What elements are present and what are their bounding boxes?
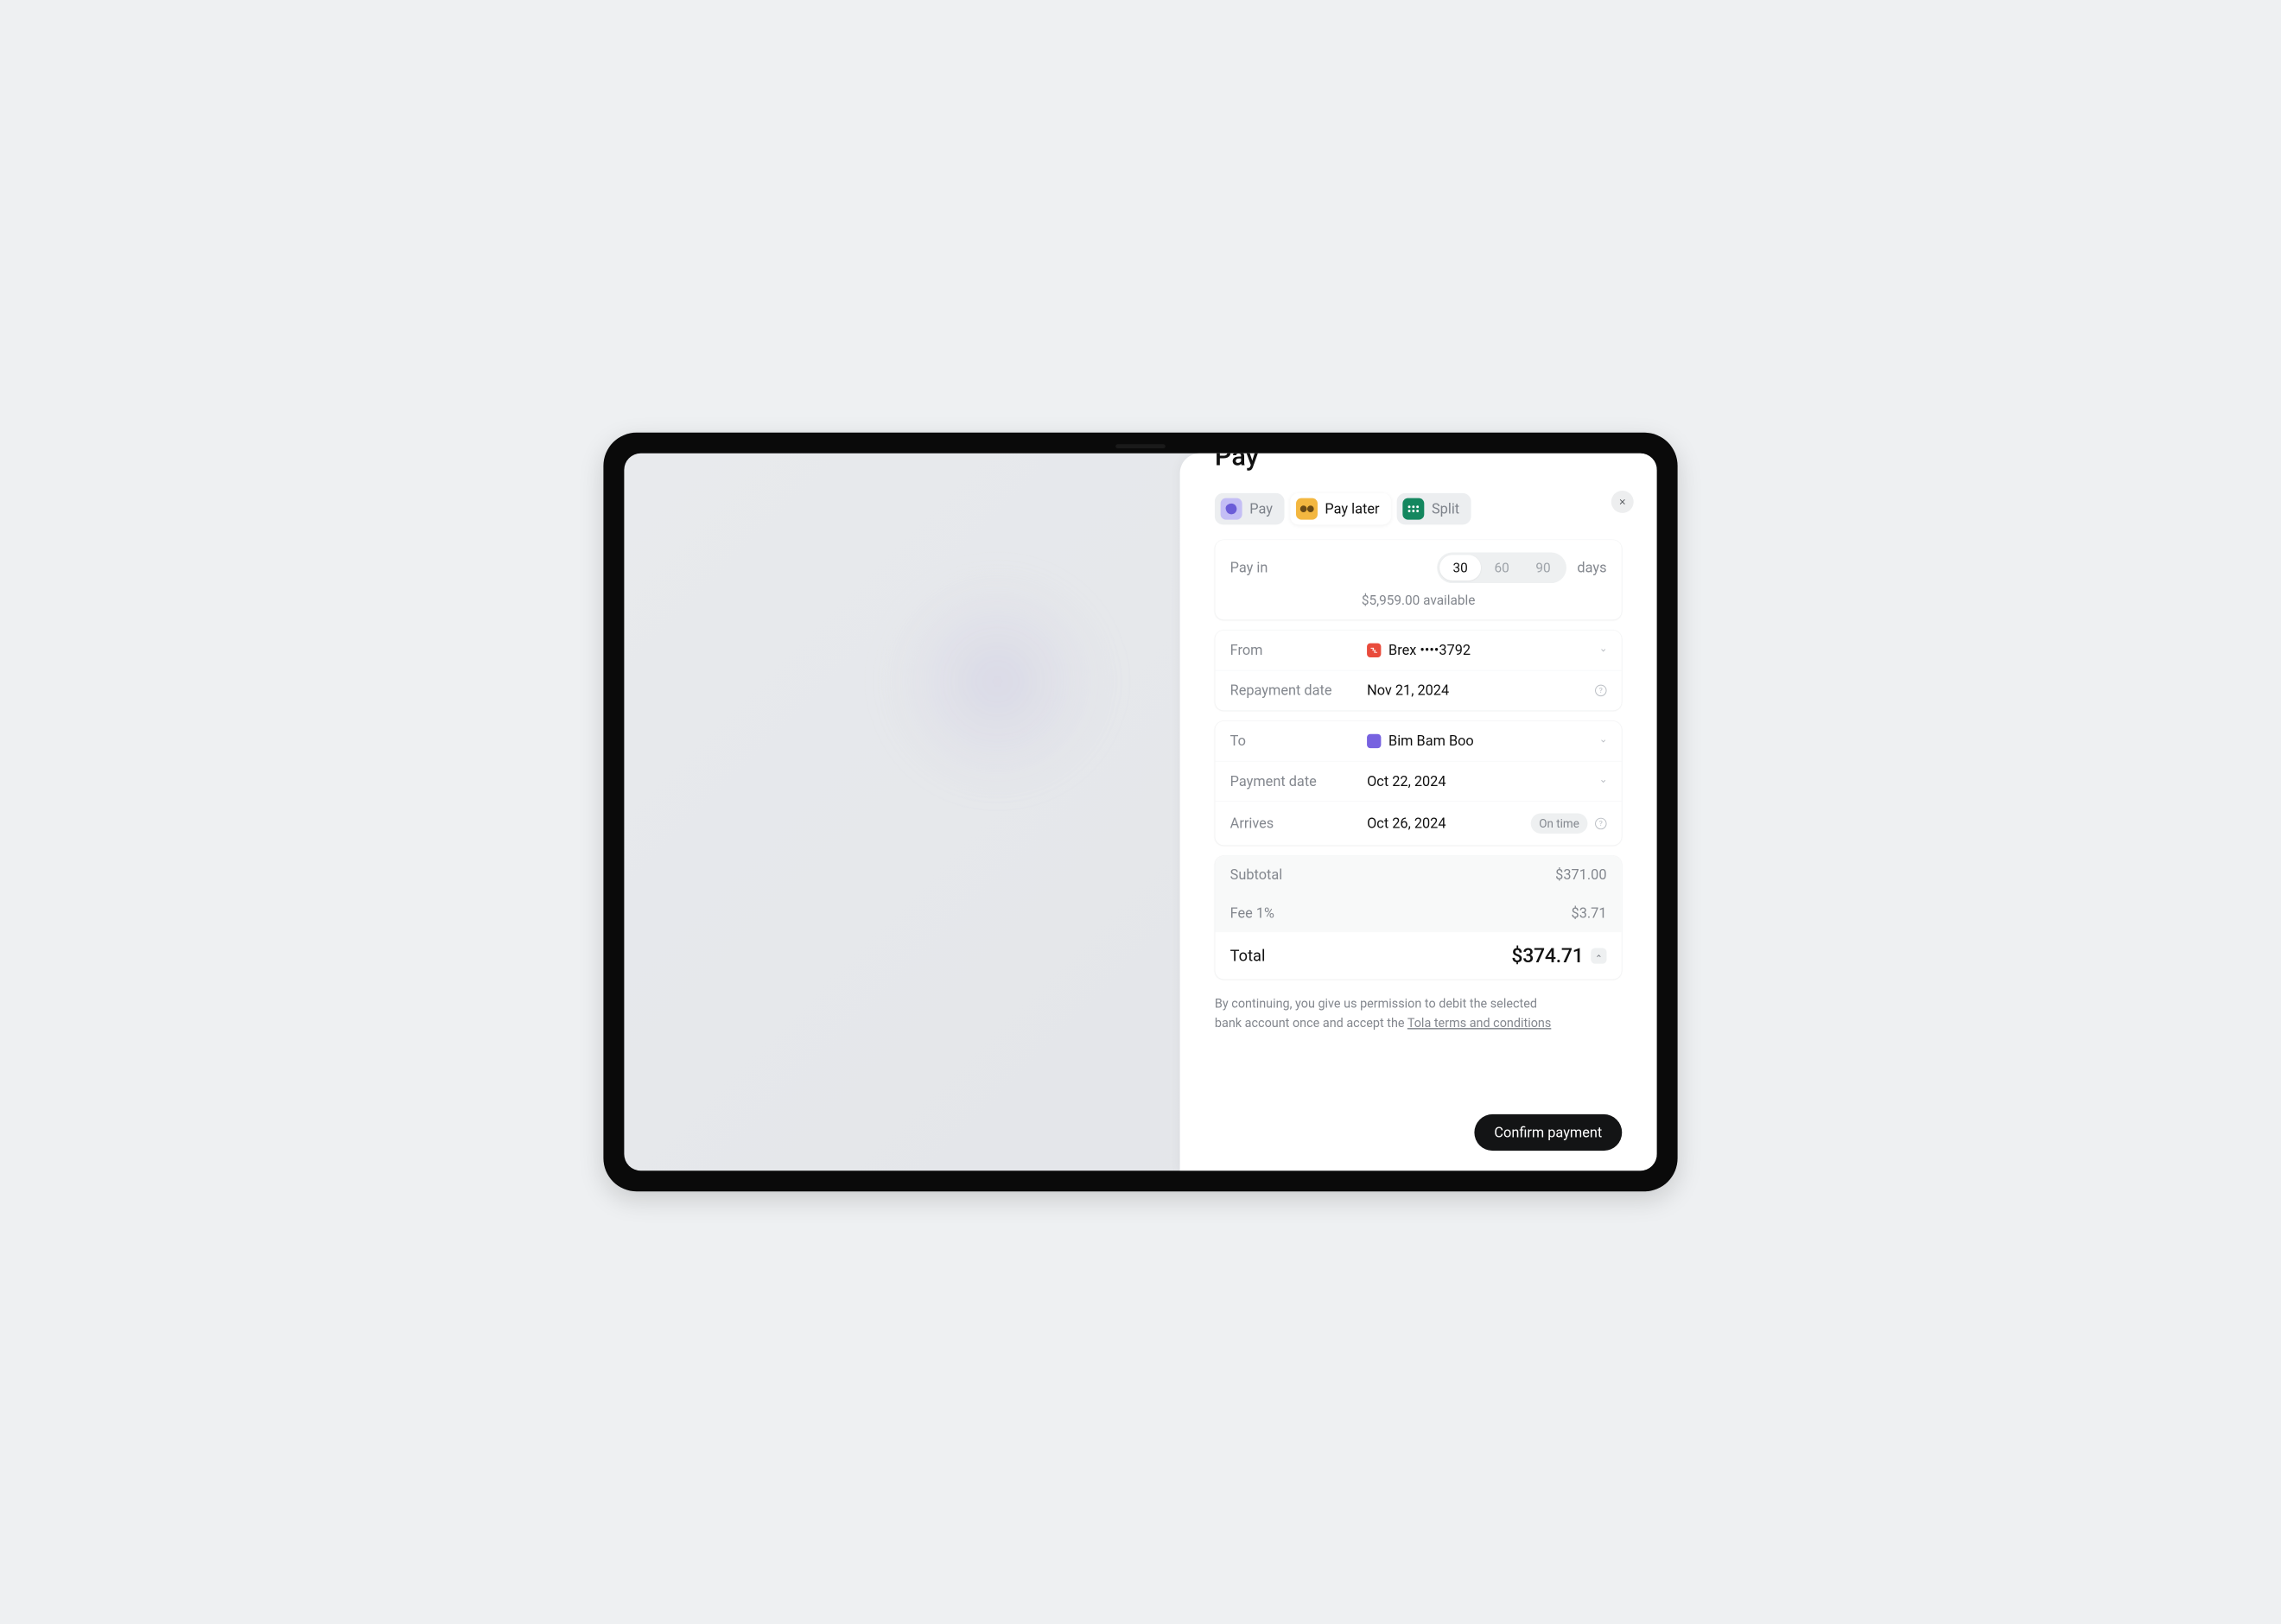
fee-row: Fee 1% $3.71 (1215, 894, 1621, 932)
arrives-value: Oct 26, 2024 (1367, 815, 1445, 832)
summary-card: Subtotal $371.00 Fee 1% $3.71 Total $374… (1215, 855, 1622, 980)
days-segment: 30 60 90 (1437, 553, 1566, 584)
available-amount: $5,959.00 available (1230, 593, 1607, 608)
repayment-label: Repayment date (1230, 682, 1367, 699)
confirm-payment-button[interactable]: Confirm payment (1474, 1114, 1622, 1151)
tab-split[interactable]: Split (1397, 493, 1471, 524)
fee-value: $3.71 (1572, 905, 1607, 922)
to-payee: Bim Bam Boo (1388, 733, 1474, 749)
repayment-value: Nov 21, 2024 (1367, 682, 1449, 699)
close-icon (1618, 498, 1627, 506)
to-label: To (1230, 733, 1367, 749)
chevron-down-icon (1600, 778, 1607, 785)
chevron-down-icon (1600, 738, 1607, 745)
tab-label: Split (1432, 501, 1459, 517)
terms-link[interactable]: Tola terms and conditions (1407, 1016, 1551, 1031)
pay-icon (1221, 498, 1242, 520)
subtotal-value: $371.00 (1555, 866, 1606, 883)
collapse-summary-button[interactable] (1591, 948, 1606, 963)
from-label: From (1230, 642, 1367, 658)
tab-label: Pay later (1325, 501, 1379, 517)
split-icon (1402, 498, 1424, 520)
help-icon[interactable]: ? (1595, 685, 1606, 696)
tab-pay[interactable]: Pay (1215, 493, 1284, 524)
terms-text: By continuing, you give us permission to… (1215, 994, 1555, 1033)
fee-label: Fee 1% (1230, 905, 1274, 922)
payment-tabs: Pay Pay later Split (1180, 474, 1657, 525)
total-row: Total $374.71 (1215, 932, 1621, 979)
from-account: Brex ••••3792 (1388, 642, 1471, 658)
chevron-up-icon (1596, 953, 1602, 959)
pay-in-label: Pay in (1230, 560, 1268, 576)
close-button[interactable] (1611, 491, 1634, 513)
panel-footer: Confirm payment (1180, 1100, 1657, 1171)
total-value: $374.71 (1511, 944, 1583, 967)
from-repayment-card: From Brex ••••3792 Repayment date (1215, 630, 1622, 711)
tablet-device-frame: Pay Pay Pay later (603, 433, 1677, 1191)
days-unit: days (1577, 560, 1606, 576)
days-option-90[interactable]: 90 (1522, 555, 1564, 580)
repayment-date-row: Repayment date Nov 21, 2024 ? (1215, 670, 1621, 710)
help-icon[interactable]: ? (1595, 817, 1606, 828)
from-row[interactable]: From Brex ••••3792 (1215, 631, 1621, 671)
brex-icon (1367, 644, 1381, 657)
to-payment-card: To Bim Bam Boo Payment date Oct 22, 2024 (1215, 720, 1622, 845)
status-badge: On time (1531, 813, 1588, 834)
payee-icon (1367, 734, 1381, 748)
arrives-row: Arrives Oct 26, 2024 On time ? (1215, 802, 1621, 845)
screen: Pay Pay Pay later (624, 454, 1656, 1170)
days-option-60[interactable]: 60 (1481, 555, 1522, 580)
chevron-down-icon (1600, 647, 1607, 654)
pay-in-card: Pay in 30 60 90 days $5,959.00 available (1215, 540, 1622, 620)
arrives-label: Arrives (1230, 815, 1367, 832)
payment-date-row[interactable]: Payment date Oct 22, 2024 (1215, 761, 1621, 802)
subtotal-label: Subtotal (1230, 866, 1283, 883)
background-blur (890, 578, 1106, 785)
payment-panel: Pay Pay Pay later (1180, 454, 1657, 1170)
days-option-30[interactable]: 30 (1439, 555, 1481, 580)
to-row[interactable]: To Bim Bam Boo (1215, 721, 1621, 762)
subtotal-row: Subtotal $371.00 (1215, 856, 1621, 894)
tab-label: Pay (1249, 501, 1273, 517)
panel-content: Pay in 30 60 90 days $5,959.00 available (1180, 524, 1657, 1099)
tab-pay-later[interactable]: Pay later (1290, 493, 1391, 524)
payment-date-label: Payment date (1230, 773, 1367, 790)
total-label: Total (1230, 947, 1266, 965)
payment-date-value: Oct 22, 2024 (1367, 773, 1445, 790)
pay-later-icon (1296, 498, 1318, 520)
page-title: Pay (1180, 454, 1657, 462)
